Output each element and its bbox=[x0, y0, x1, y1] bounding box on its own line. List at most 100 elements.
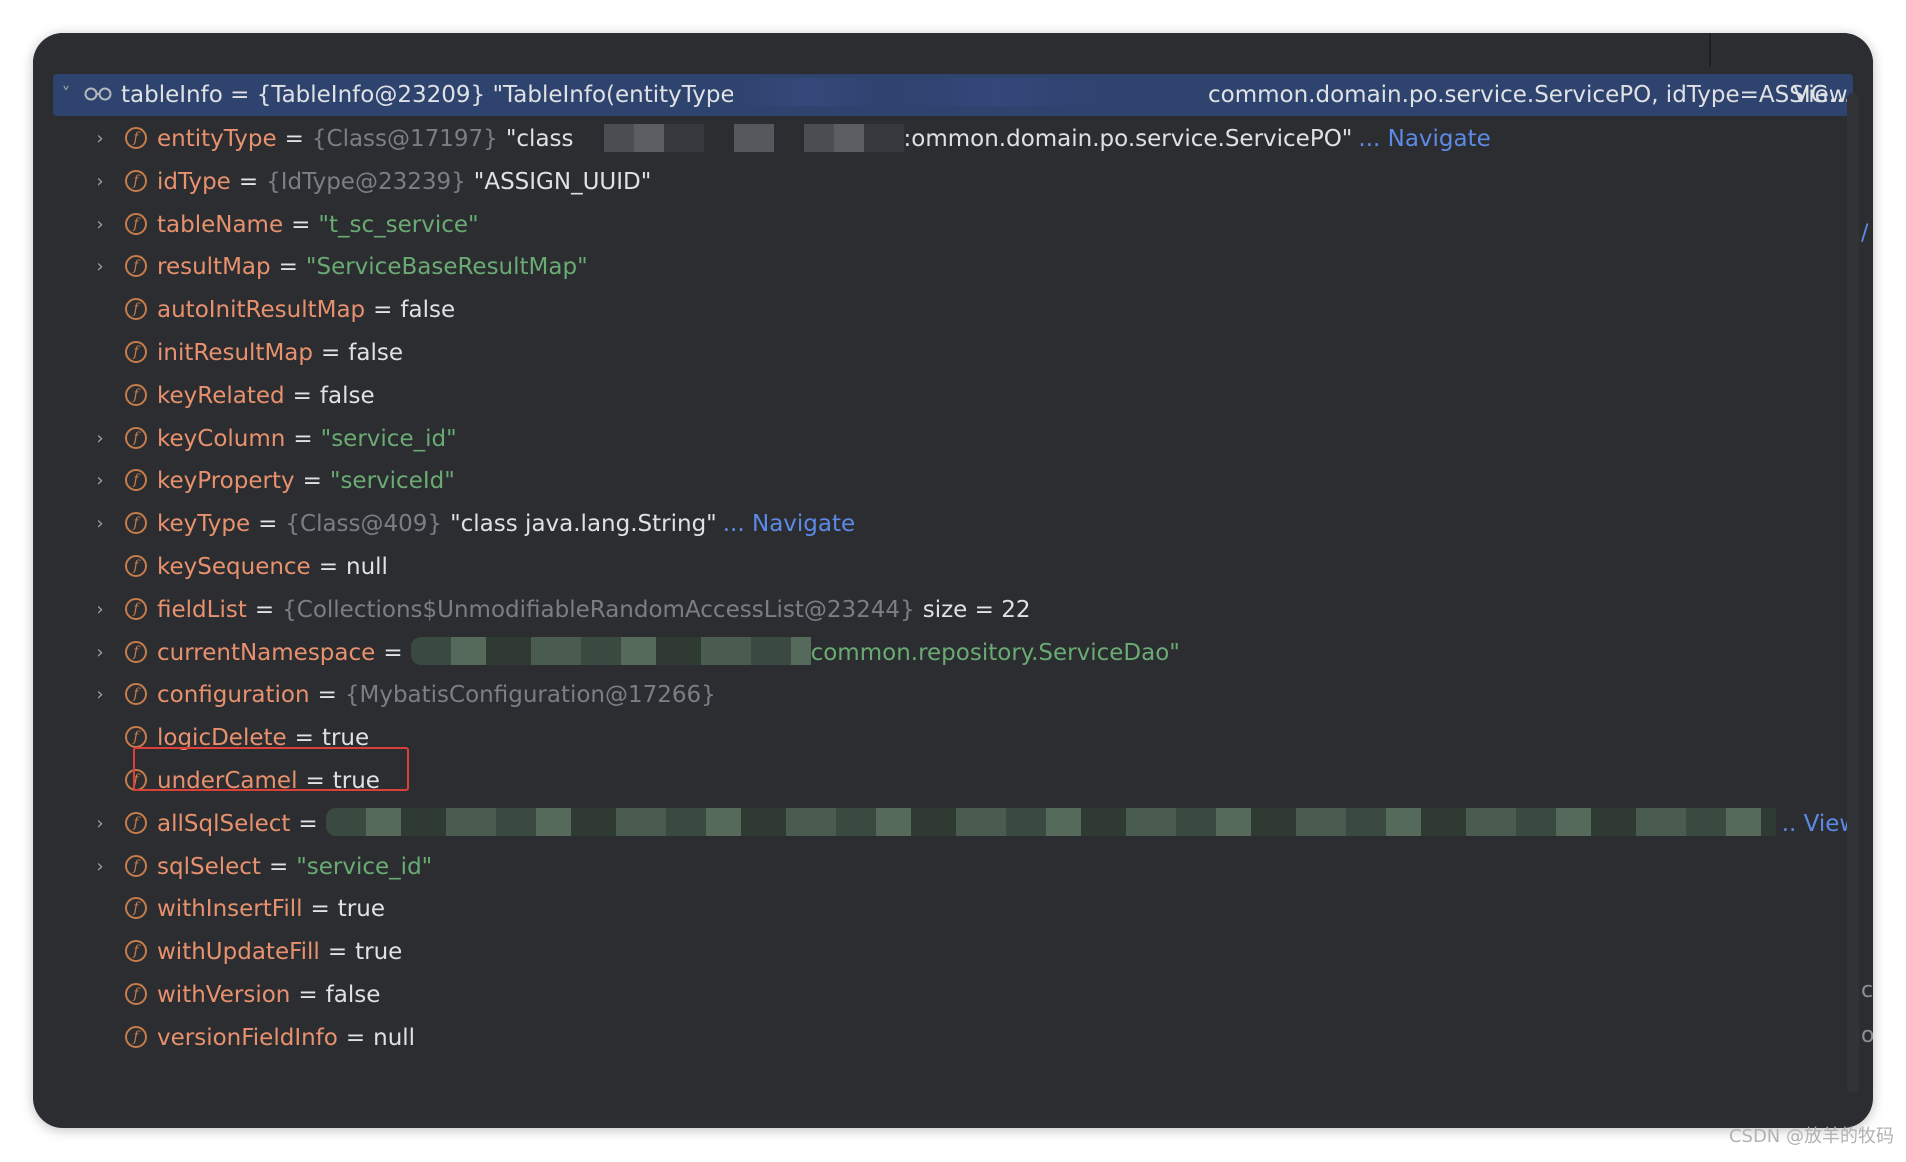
field-row-fieldList[interactable]: › f fieldList = {Collections$UnmodifiableRan… bbox=[33, 589, 1833, 631]
vertical-scrollbar[interactable] bbox=[1847, 93, 1859, 1093]
chevron-right-icon[interactable]: › bbox=[91, 846, 109, 888]
field-name: autoInitResultMap bbox=[157, 297, 366, 324]
chevron-right-icon[interactable]: › bbox=[91, 118, 109, 160]
equals-sign: = bbox=[284, 126, 304, 152]
field-name: fieldList bbox=[157, 596, 247, 623]
field-value: null bbox=[346, 554, 388, 580]
field-icon: f bbox=[125, 597, 147, 620]
chevron-down-icon[interactable]: ˅ bbox=[57, 74, 75, 116]
redacted-region bbox=[573, 123, 904, 152]
field-icon: f bbox=[125, 940, 147, 963]
navigate-link[interactable]: ... Navigate bbox=[1358, 126, 1490, 152]
field-name: idType bbox=[157, 168, 231, 195]
field-value: "ASSIGN_UUID" bbox=[473, 168, 652, 195]
field-row-keySequence[interactable]: f keySequence = null bbox=[33, 546, 1833, 588]
equals-sign: = bbox=[278, 254, 298, 281]
field-icon: f bbox=[125, 726, 147, 749]
view-link[interactable]: View bbox=[1793, 74, 1848, 116]
field-value: "t_sc_service" bbox=[318, 211, 479, 238]
field-icon: f bbox=[125, 469, 147, 492]
field-row-idType[interactable]: › f idType = {IdType@23239} "ASSIGN_UUID" bbox=[33, 161, 1833, 203]
field-row-versionFieldInfo[interactable]: f versionFieldInfo = null bbox=[33, 1017, 1833, 1059]
chevron-right-icon[interactable]: › bbox=[91, 803, 109, 845]
field-name: keyType bbox=[157, 511, 251, 538]
field-value: true bbox=[337, 896, 385, 923]
field-value: "service_id" bbox=[320, 425, 457, 452]
equals-sign: = bbox=[318, 554, 338, 580]
field-name: withInsertFill bbox=[157, 896, 303, 923]
watch-glasses-icon bbox=[84, 87, 112, 101]
equals-sign: = bbox=[293, 425, 313, 452]
redacted-region bbox=[733, 78, 1113, 106]
variable-summary: = {TableInfo@23209} "TableInfo(entityTyp… bbox=[222, 82, 799, 108]
chevron-right-icon[interactable]: › bbox=[91, 418, 109, 460]
field-name: tableName bbox=[157, 211, 284, 238]
field-row-allSqlSelect[interactable]: › f allSqlSelect =.. View bbox=[33, 803, 1858, 845]
field-row-entityType[interactable]: › f entityType = {Class@17197} "class:ommon.d… bbox=[33, 118, 1833, 160]
field-row-sqlSelect[interactable]: › f sqlSelect = "service_id" bbox=[33, 846, 1833, 888]
field-icon: f bbox=[125, 512, 147, 535]
field-value: false bbox=[319, 382, 375, 409]
field-row-keyColumn[interactable]: › f keyColumn = "service_id" bbox=[33, 418, 1833, 460]
field-reference: {IdType@23239} bbox=[266, 168, 466, 195]
field-value: false bbox=[348, 340, 403, 366]
field-name: withVersion bbox=[157, 982, 291, 1008]
field-row-autoInitResultMap[interactable]: f autoInitResultMap = false bbox=[33, 289, 1833, 331]
chevron-right-icon[interactable]: › bbox=[91, 589, 109, 631]
navigate-link[interactable]: ... Navigate bbox=[723, 511, 855, 537]
chevron-right-icon[interactable]: › bbox=[91, 204, 109, 246]
field-row-configuration[interactable]: › f configuration = {MybatisConfiguration@17… bbox=[33, 674, 1833, 716]
field-icon: f bbox=[125, 983, 147, 1005]
field-row-resultMap[interactable]: › f resultMap = "ServiceBaseResultMap" bbox=[33, 246, 1833, 288]
field-row-keyRelated[interactable]: f keyRelated = false bbox=[33, 375, 1833, 417]
field-icon: f bbox=[125, 426, 147, 449]
equals-sign: = bbox=[310, 896, 330, 923]
field-reference: {Collections$UnmodifiableRandomAccessLis… bbox=[282, 596, 915, 623]
field-icon: f bbox=[125, 854, 147, 877]
field-value: "serviceId" bbox=[329, 468, 455, 495]
field-icon: f bbox=[125, 1025, 147, 1048]
field-row-withUpdateFill[interactable]: f withUpdateFill = true bbox=[33, 931, 1833, 973]
field-name: keySequence bbox=[157, 554, 311, 580]
field-row-keyType[interactable]: › f keyType = {Class@409} "class java.lang.St… bbox=[33, 503, 1833, 545]
edge-cut-glyph: o bbox=[1861, 1023, 1873, 1048]
field-name: versionFieldInfo bbox=[157, 1024, 338, 1051]
equals-sign: = bbox=[258, 511, 278, 538]
equals-sign: = bbox=[254, 596, 275, 623]
chevron-right-icon[interactable]: › bbox=[91, 161, 109, 203]
field-icon: f bbox=[125, 897, 147, 920]
equals-sign: = bbox=[268, 853, 289, 880]
field-row-withVersion[interactable]: f withVersion = false bbox=[33, 974, 1833, 1016]
field-value: size = 22 bbox=[922, 596, 1031, 623]
field-value: "class java.lang.String" bbox=[450, 511, 717, 538]
chevron-right-icon[interactable]: › bbox=[91, 460, 109, 502]
chevron-right-icon[interactable]: › bbox=[91, 632, 109, 674]
field-value-tail: common.repository.ServiceDao" bbox=[810, 639, 1180, 666]
field-icon: f bbox=[125, 298, 147, 321]
field-value: "ServiceBaseResultMap" bbox=[305, 254, 588, 281]
chevron-right-icon[interactable]: › bbox=[91, 246, 109, 288]
chevron-right-icon[interactable]: › bbox=[91, 503, 109, 545]
variable-summary-tail: common.domain.po.service.ServicePO, idTy… bbox=[1208, 82, 1852, 108]
field-name: entityType bbox=[157, 126, 277, 152]
field-row-tableName[interactable]: › f tableName = "t_sc_service" bbox=[33, 204, 1833, 246]
panel-top-strip bbox=[33, 33, 1873, 67]
field-value-tail: :ommon.domain.po.service.ServicePO" bbox=[903, 126, 1353, 152]
equals-sign: = bbox=[373, 297, 393, 324]
field-name: allSqlSelect bbox=[157, 810, 291, 837]
field-icon: f bbox=[125, 255, 147, 278]
variable-row-tableInfo[interactable]: ˅ tableInfo = {TableInfo@23209} "TableIn… bbox=[53, 74, 1853, 116]
equals-sign: = bbox=[291, 211, 311, 238]
field-row-currentNamespace[interactable]: › f currentNamespace = common.repository.Ser… bbox=[33, 632, 1833, 674]
edge-cut-glyph: / bbox=[1861, 221, 1869, 246]
field-name: keyRelated bbox=[157, 382, 285, 409]
field-name: currentNamespace bbox=[157, 639, 376, 666]
equals-sign: = bbox=[317, 682, 337, 709]
equals-sign: = bbox=[298, 810, 318, 837]
field-row-keyProperty[interactable]: › f keyProperty = "serviceId" bbox=[33, 460, 1833, 502]
chevron-right-icon[interactable]: › bbox=[91, 674, 109, 716]
field-row-withInsertFill[interactable]: f withInsertFill = true bbox=[33, 888, 1833, 930]
field-icon: f bbox=[125, 127, 147, 149]
field-row-initResultMap[interactable]: f initResultMap = false bbox=[33, 332, 1833, 374]
field-icon: f bbox=[125, 555, 147, 577]
